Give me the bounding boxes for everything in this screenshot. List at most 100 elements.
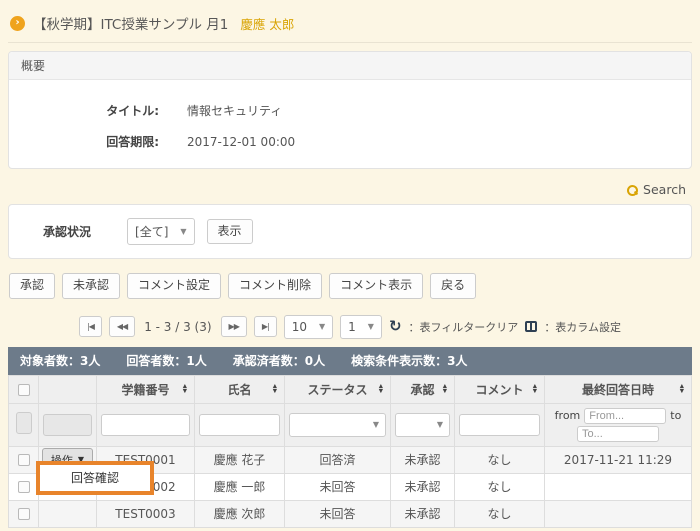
first-page-button[interactable]: |◀: [79, 316, 102, 337]
overview-panel: 概要 タイトル: 情報セキュリティ 回答期限: 2017-12-01 00:00: [8, 51, 692, 169]
select-all-checkbox[interactable]: [18, 384, 30, 396]
student-id-filter-input[interactable]: [101, 414, 190, 436]
summary-respondents: 回答者数：1人: [126, 352, 206, 369]
back-button[interactable]: 戻る: [430, 273, 476, 299]
prev-page-button[interactable]: ◀◀: [109, 316, 135, 337]
user-link[interactable]: 慶應 太郎: [240, 14, 294, 33]
search-label: Search: [643, 182, 686, 197]
col-last-answer[interactable]: 最終回答日時: [545, 375, 692, 403]
row-checkbox-cell: [9, 446, 39, 473]
column-settings-icon[interactable]: [525, 321, 537, 332]
col-approval[interactable]: 承認: [391, 375, 455, 403]
filter-checkbox-cell: [9, 403, 39, 446]
cell-comment: なし: [455, 473, 545, 500]
comment-delete-button[interactable]: コメント削除: [228, 273, 322, 299]
column-settings-label[interactable]: ：表カラム設定: [544, 319, 621, 335]
sort-icon[interactable]: [379, 385, 383, 394]
from-label: from: [555, 409, 581, 422]
summary-bar: 対象者数：3人 回答者数：1人 承認済者数：0人 検索条件表示数：3人: [8, 347, 692, 375]
field-title: タイトル: 情報セキュリティ: [9, 88, 691, 119]
approval-status-label: 承認状況: [43, 223, 91, 240]
field-title-label: タイトル:: [9, 102, 159, 119]
col-student-id-label: 学籍番号: [121, 383, 169, 397]
row-checkbox[interactable]: [18, 508, 30, 520]
filter-disabled-box: [43, 414, 92, 436]
col-approval-label: 承認: [410, 383, 434, 397]
approval-filter-select[interactable]: ▼: [395, 413, 450, 437]
table-filter-row: ▼ ▼ from to: [9, 403, 692, 446]
answer-confirm-menu-item[interactable]: 回答確認: [71, 469, 119, 486]
op-header-cell: [39, 375, 97, 403]
chevron-down-icon: ▼: [373, 420, 379, 429]
filter-comment-cell: [455, 403, 545, 446]
page-size-select[interactable]: 10 ▼: [284, 315, 333, 339]
summary-displayed: 検索条件表示数：3人: [351, 352, 467, 369]
cell-name: 慶應 次郎: [195, 500, 285, 527]
cell-status: 未回答: [285, 500, 391, 527]
filter-disabled-mini: [16, 412, 32, 434]
col-status[interactable]: ステータス: [285, 375, 391, 403]
search-toggle[interactable]: Search: [8, 182, 686, 197]
approval-status-selected-value: [全て]: [135, 223, 168, 240]
cell-name: 慶應 一郎: [195, 473, 285, 500]
filter-status-cell: ▼: [285, 403, 391, 446]
last-page-button[interactable]: ▶|: [254, 316, 277, 337]
comment-filter-input[interactable]: [459, 414, 540, 436]
col-last-answer-label: 最終回答日時: [582, 383, 654, 397]
field-deadline-label: 回答期限:: [9, 133, 159, 150]
col-student-id[interactable]: 学籍番号: [97, 375, 195, 403]
table-row: TEST0003 慶應 次郎 未回答 未承認 なし: [9, 500, 692, 527]
date-to-input[interactable]: [577, 426, 659, 442]
approval-status-select[interactable]: [全て] ▼: [127, 218, 195, 245]
name-filter-input[interactable]: [199, 414, 280, 436]
row-checkbox[interactable]: [18, 454, 30, 466]
cell-status: 未回答: [285, 473, 391, 500]
filter-date-cell: from to: [545, 403, 692, 446]
approval-filter-panel: 承認状況 [全て] ▼ 表示: [8, 204, 692, 259]
table-header-row: 学籍番号 氏名 ステータス 承認 コメント 最終回答日時: [9, 375, 692, 403]
overview-body: タイトル: 情報セキュリティ 回答期限: 2017-12-01 00:00: [9, 80, 691, 168]
cell-last-answer: 2017-11-21 11:29: [545, 446, 692, 473]
refresh-icon[interactable]: ↻: [389, 319, 402, 334]
summary-approved: 承認済者数：0人: [233, 352, 325, 369]
cell-approval: 未承認: [391, 473, 455, 500]
col-name[interactable]: 氏名: [195, 375, 285, 403]
row-checkbox[interactable]: [18, 481, 30, 493]
select-all-header-cell: [9, 375, 39, 403]
row-op-cell: [39, 500, 97, 527]
comment-show-button[interactable]: コメント表示: [329, 273, 423, 299]
comment-set-button[interactable]: コメント設定: [127, 273, 221, 299]
field-deadline-value: 2017-12-01 00:00: [187, 135, 295, 149]
to-label: to: [670, 409, 681, 422]
unapprove-button[interactable]: 未承認: [62, 273, 120, 299]
sort-icon[interactable]: [443, 385, 447, 394]
status-filter-select[interactable]: ▼: [289, 413, 386, 437]
col-comment[interactable]: コメント: [455, 375, 545, 403]
show-button[interactable]: 表示: [207, 219, 253, 245]
page-number-select[interactable]: 1 ▼: [340, 315, 382, 339]
page-size-value: 10: [292, 320, 307, 334]
chevron-down-icon: ▼: [437, 420, 443, 429]
date-from-input[interactable]: [584, 408, 666, 424]
summary-targets: 対象者数：3人: [20, 352, 100, 369]
cell-approval: 未承認: [391, 500, 455, 527]
chevron-down-icon: ▼: [368, 322, 374, 331]
page-number-value: 1: [348, 320, 356, 334]
sort-icon[interactable]: [533, 385, 537, 394]
cell-last-answer: [545, 500, 692, 527]
sort-icon[interactable]: [680, 385, 684, 394]
sort-icon[interactable]: [183, 385, 187, 394]
pagination-range: 1 - 3 / 3 (3): [144, 320, 211, 334]
search-icon: [627, 185, 637, 195]
filter-student-id-cell: [97, 403, 195, 446]
results-table: 学籍番号 氏名 ステータス 承認 コメント 最終回答日時 ▼ ▼ from: [8, 375, 692, 528]
chevron-circle-icon: [10, 16, 25, 31]
field-title-value: 情報セキュリティ: [187, 102, 282, 119]
col-status-label: ステータス: [307, 383, 367, 397]
approve-button[interactable]: 承認: [9, 273, 55, 299]
filter-op-cell: [39, 403, 97, 446]
filter-clear-label[interactable]: ：表フィルタークリア: [409, 319, 519, 335]
op-dropdown-menu-highlight: 回答確認: [36, 461, 154, 495]
next-page-button[interactable]: ▶▶: [221, 316, 247, 337]
sort-icon[interactable]: [273, 385, 277, 394]
